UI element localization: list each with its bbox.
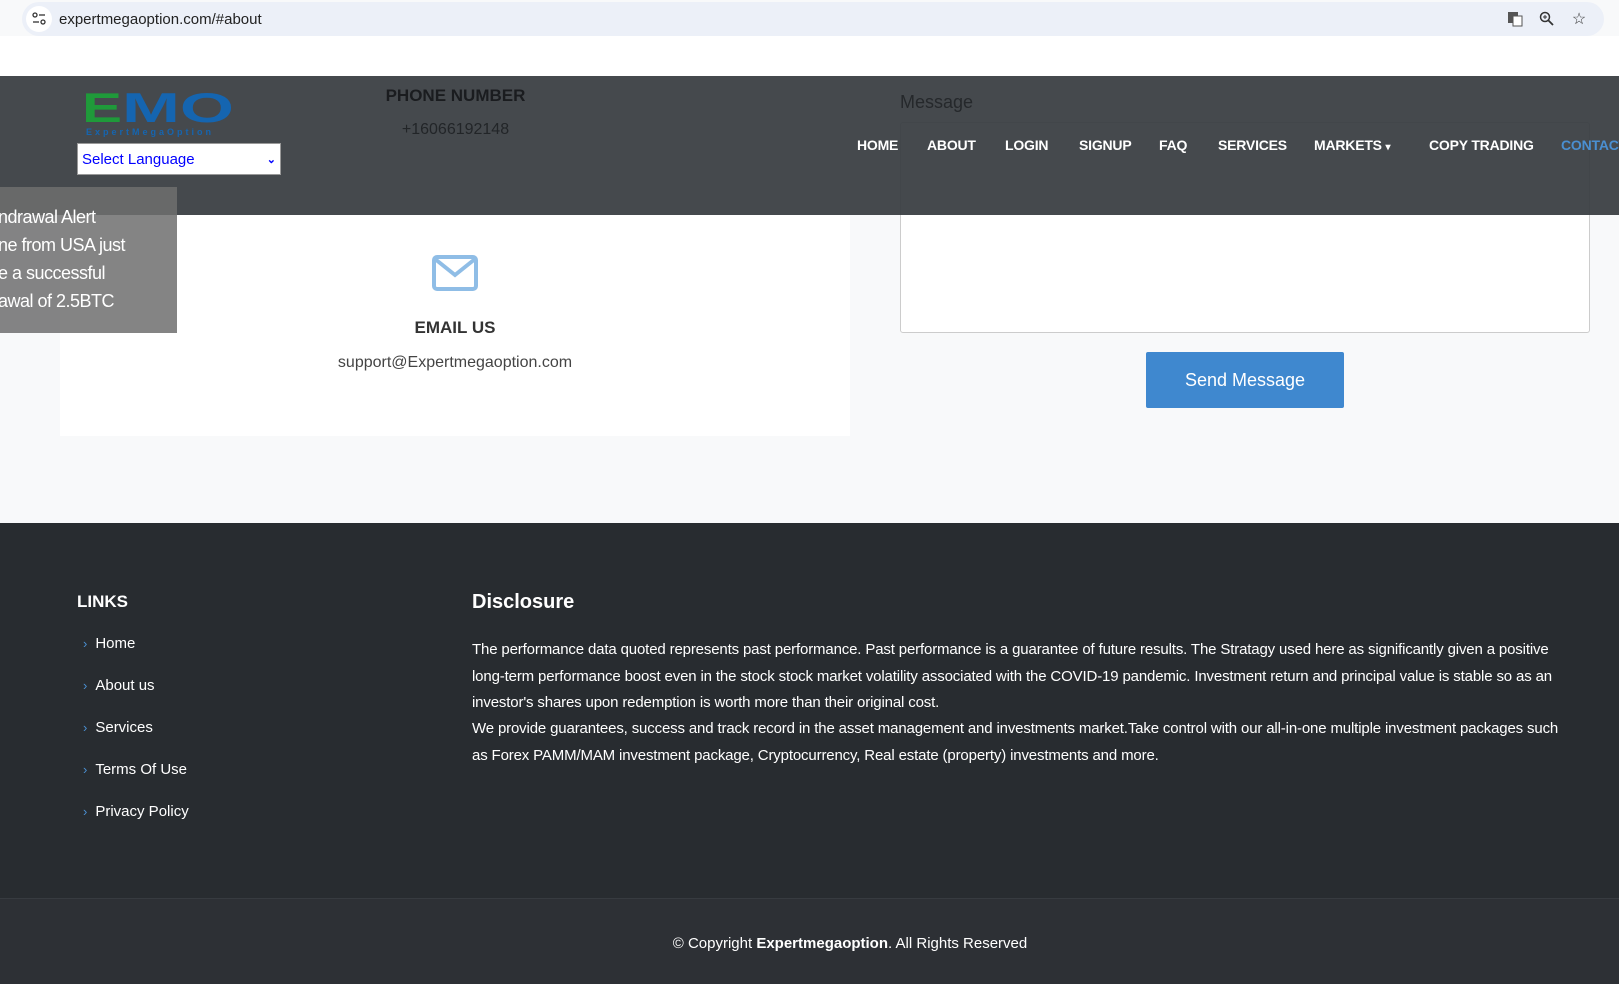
chevron-right-icon: › <box>83 636 88 651</box>
site-settings-icon[interactable] <box>26 6 52 32</box>
language-select[interactable]: Select Language ⌄ <box>77 143 281 175</box>
nav-copy-trading[interactable]: COPY TRADING <box>1429 137 1534 153</box>
links-title: LINKS <box>77 592 128 611</box>
logo[interactable]: E MO ExpertMegaOption <box>82 84 236 143</box>
zoom-icon[interactable] <box>1538 10 1556 28</box>
svg-text:ExpertMegaOption: ExpertMegaOption <box>86 127 214 137</box>
nav-signup[interactable]: SIGNUP <box>1079 137 1132 153</box>
chevron-down-icon: ⌄ <box>266 153 276 166</box>
footer-link-label: Privacy Policy <box>95 803 189 820</box>
nav-login[interactable]: LOGIN <box>1005 137 1049 153</box>
footer-link-label: Services <box>95 719 153 736</box>
copyright-text: © Copyright Expertmegaoption. All Rights… <box>0 935 1619 952</box>
footer-link-label: Home <box>95 635 136 652</box>
chevron-right-icon: › <box>83 762 88 777</box>
email-value[interactable]: support@Expertmegaoption.com <box>60 354 850 372</box>
disclosure-line: We provide guarantees, success and track… <box>472 720 1559 737</box>
copyright-brand: Expertmegaoption <box>756 935 889 952</box>
nav-contact[interactable]: CONTACT <box>1561 137 1619 153</box>
nav-services[interactable]: SERVICES <box>1218 137 1287 153</box>
disclosure-title: Disclosure <box>472 591 575 613</box>
url-text[interactable]: expertmegaoption.com/#about <box>59 11 262 28</box>
bookmark-star-icon[interactable]: ☆ <box>1570 10 1588 28</box>
withdrawal-notification: ndrawal Alert ne from USA just e a succe… <box>0 187 177 333</box>
copyright-suffix: . All Rights Reserved <box>888 935 1028 952</box>
disclosure-line: investor's shares upon redemption is wor… <box>472 694 940 711</box>
phone-title: PHONE NUMBER <box>385 86 526 105</box>
nav-home[interactable]: HOME <box>857 137 898 153</box>
disclosure-line: as Forex PAMM/MAM investment package, Cr… <box>472 747 1159 764</box>
phone-value: +16066192148 <box>401 121 510 138</box>
language-select-value: Select Language <box>82 150 195 168</box>
footer-link-label: Terms Of Use <box>95 761 188 778</box>
chevron-right-icon: › <box>83 804 88 819</box>
message-label: Message <box>900 92 974 112</box>
nav-about[interactable]: ABOUT <box>927 137 976 153</box>
svg-text:MO: MO <box>122 90 234 131</box>
notification-line: awal of 2.5BTC <box>0 291 115 311</box>
nav-markets[interactable]: MARKETS ▾ <box>1314 137 1391 153</box>
footer-link-about[interactable]: › About us <box>83 677 155 694</box>
nav-markets-label: MARKETS <box>1314 137 1382 153</box>
chevron-right-icon: › <box>83 720 88 735</box>
footer-link-home[interactable]: › Home <box>83 635 135 652</box>
svg-text:E: E <box>82 90 122 131</box>
chevron-down-icon: ▾ <box>1385 142 1391 153</box>
translate-icon[interactable] <box>1506 10 1524 28</box>
envelope-icon <box>432 255 478 296</box>
address-bar[interactable]: expertmegaoption.com/#about ☆ <box>22 2 1604 36</box>
nav-faq[interactable]: FAQ <box>1159 137 1187 153</box>
footer-link-terms[interactable]: › Terms Of Use <box>83 761 187 778</box>
footer-link-privacy[interactable]: › Privacy Policy <box>83 803 189 820</box>
copyright-prefix: © Copyright <box>672 935 757 952</box>
email-title: EMAIL US <box>414 318 496 337</box>
notification-line: e a successful <box>0 263 106 283</box>
notification-line: ndrawal Alert <box>0 207 96 227</box>
footer-link-label: About us <box>95 677 155 694</box>
notification-line: ne from USA just <box>0 235 126 255</box>
disclosure-line: The performance data quoted represents p… <box>472 641 1549 658</box>
send-message-button[interactable]: Send Message <box>1146 352 1344 408</box>
footer-link-services[interactable]: › Services <box>83 719 153 736</box>
disclosure-line: long-term performance boost even in the … <box>472 668 1552 685</box>
page-top-spacer <box>0 36 1619 76</box>
chevron-right-icon: › <box>83 678 88 693</box>
